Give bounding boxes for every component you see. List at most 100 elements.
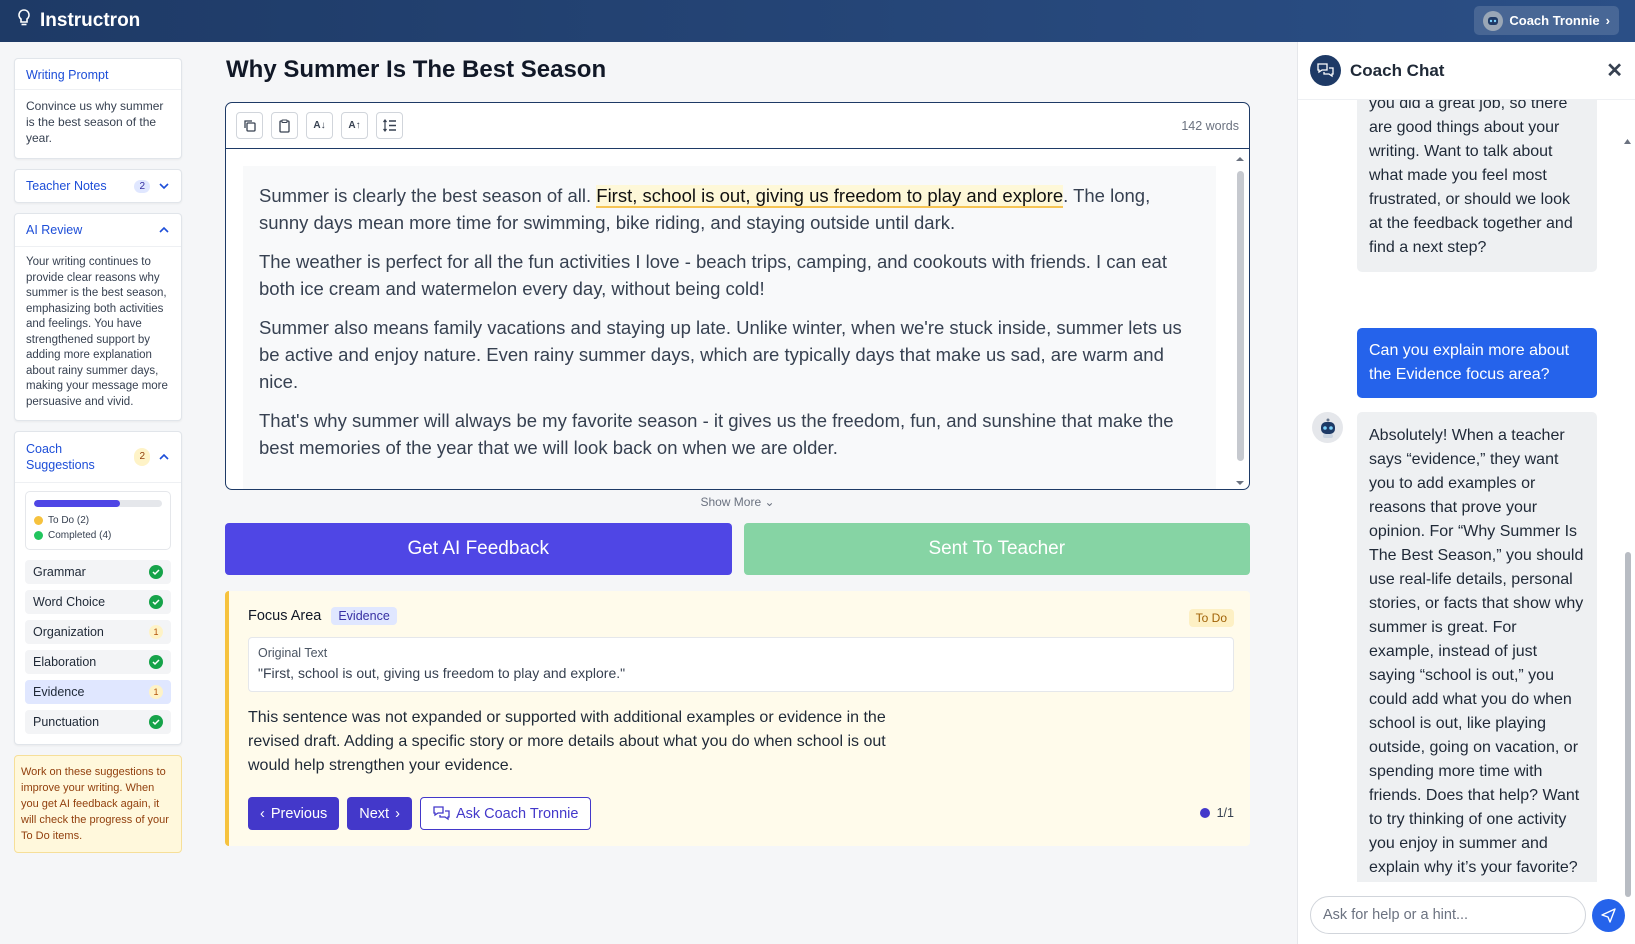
check-circle-icon (149, 715, 163, 729)
coach-message: you did a great job, so there are good t… (1357, 100, 1597, 272)
ai-review-card: AI Review Your writing continues to prov… (14, 213, 182, 421)
coach-suggestions-card: Coach Suggestions 2 To Do (2) Completed … (14, 431, 182, 745)
sent-to-teacher-button[interactable]: Sent To Teacher (743, 523, 1250, 575)
original-text-box: Original Text "First, school is out, giv… (248, 637, 1234, 692)
chevron-up-icon[interactable] (158, 224, 170, 236)
show-more-link[interactable]: Show More ⌄ (225, 495, 1250, 509)
chevron-left-icon: ‹ (260, 805, 265, 822)
word-count: 142 words (1181, 118, 1239, 133)
skill-item[interactable]: Evidence 1 (25, 680, 171, 704)
focus-actions: ‹ Previous Next › Ask Coach Tronnie (248, 797, 592, 830)
focus-area-card: Focus Area Evidence To Do Original Text … (225, 591, 1250, 846)
skill-label: Elaboration (33, 655, 97, 669)
get-ai-feedback-button[interactable]: Get AI Feedback (225, 523, 732, 575)
top-bar: Instructron Coach Tronnie › (0, 0, 1635, 42)
editor-toolbar: A↓ A↑ 142 words (226, 103, 1249, 149)
text-span: Summer is clearly the best season of all… (259, 185, 597, 206)
skill-item[interactable]: Punctuation (25, 710, 171, 734)
skill-item[interactable]: Word Choice (25, 590, 171, 614)
clipboard-icon[interactable] (271, 112, 298, 139)
chat-bubbles-icon (1310, 55, 1341, 86)
skill-list: Grammar Word Choice Organization 1 Elaborati… (15, 560, 181, 734)
paragraph-1: Summer is clearly the best season of all… (259, 182, 1200, 236)
essay-text[interactable]: Summer is clearly the best season of all… (243, 166, 1216, 489)
editor-scrollbar[interactable] (1234, 155, 1246, 487)
skill-item[interactable]: Grammar (25, 560, 171, 584)
skill-label: Word Choice (33, 595, 106, 609)
scroll-down-arrow-icon[interactable] (1234, 479, 1246, 487)
coach-tronnie-button[interactable]: Coach Tronnie › (1474, 6, 1619, 35)
writing-prompt-text: Convince us why summer is the best seaso… (26, 99, 164, 145)
user-message: Can you explain more about the Evidence … (1357, 328, 1597, 398)
paragraph-4: That's why summer will always be my favo… (259, 410, 1174, 458)
scroll-thumb[interactable] (1625, 552, 1631, 897)
coach-chat-panel: Coach Chat ✕ you did a great job, so the… (1297, 42, 1635, 944)
ai-review-title: AI Review (26, 223, 83, 237)
coach-suggestions-count: 2 (134, 448, 150, 466)
skill-item[interactable]: Elaboration (25, 650, 171, 674)
completed-count: Completed (4) (48, 530, 112, 541)
chevron-down-icon[interactable] (158, 180, 170, 192)
coach-note: Work on these suggestions to improve you… (14, 755, 182, 853)
previous-button[interactable]: ‹ Previous (248, 797, 340, 830)
highlighted-sentence[interactable]: First, school is out, giving us freedom … (596, 185, 1064, 208)
ask-coach-button[interactable]: Ask Coach Tronnie (419, 797, 592, 830)
chat-title: Coach Chat (1350, 60, 1445, 80)
skill-label: Evidence (33, 685, 85, 699)
robot-avatar-icon (1483, 10, 1504, 31)
page-count: 1/1 (1216, 806, 1234, 820)
scroll-thumb[interactable] (1237, 171, 1244, 461)
copy-icon[interactable] (236, 112, 263, 139)
line-spacing-icon[interactable] (376, 112, 403, 139)
progress-bar (34, 500, 162, 507)
check-circle-icon (149, 565, 163, 579)
teacher-notes-count: 2 (134, 179, 150, 193)
ask-coach-label: Ask Coach Tronnie (455, 805, 579, 822)
coach-message: Absolutely! When a teacher says “evidenc… (1357, 412, 1597, 882)
chat-messages: you did a great job, so there are good t… (1298, 100, 1621, 882)
brand[interactable]: Instructron (16, 9, 140, 33)
chat-scrollbar[interactable] (1623, 139, 1632, 924)
skill-item[interactable]: Organization 1 (25, 620, 171, 644)
writing-prompt-card: Writing Prompt Convince us why summer is… (14, 58, 182, 159)
coach-avatar-icon (1312, 412, 1343, 443)
todo-count-badge: 1 (149, 625, 163, 639)
coach-suggestions-title: Coach Suggestions (26, 442, 95, 472)
main-content: Why Summer Is The Best Season A↓ A↑ 142 … (225, 56, 1250, 846)
app-name: Instructron (40, 10, 141, 31)
suggestions-progress: To Do (2) Completed (4) (25, 491, 171, 550)
scroll-up-arrow-icon[interactable] (1234, 155, 1246, 163)
original-text-label: Original Text (258, 646, 328, 660)
skill-label: Grammar (33, 565, 86, 579)
focus-area-label: Focus Area (248, 608, 322, 624)
paragraph-2: The weather is perfect for all the fun a… (259, 251, 1167, 299)
todo-count: To Do (2) (48, 515, 90, 526)
decrease-font-icon[interactable]: A↓ (306, 112, 333, 139)
todo-legend: To Do (2) (34, 515, 162, 526)
page-indicator: 1/1 (1199, 806, 1234, 820)
chevron-right-icon: › (395, 805, 400, 822)
next-button[interactable]: Next › (347, 797, 412, 830)
action-buttons: Get AI Feedback Sent To Teacher (225, 523, 1250, 575)
ai-review-text: Your writing continues to provide clear … (26, 256, 168, 408)
writing-prompt-title: Writing Prompt (15, 59, 181, 90)
close-icon[interactable]: ✕ (1606, 58, 1623, 83)
focus-area-header: Focus Area Evidence (248, 607, 1234, 625)
todo-count-badge: 1 (149, 685, 163, 699)
coach-tronnie-label: Coach Tronnie (1509, 13, 1600, 28)
scroll-up-arrow-icon[interactable] (1623, 138, 1632, 145)
focus-area-tag: Evidence (331, 607, 397, 625)
chevron-up-icon[interactable] (158, 451, 170, 463)
paragraph-3: Summer also means family vacations and s… (259, 317, 1182, 392)
increase-font-icon[interactable]: A↑ (341, 112, 368, 139)
teacher-notes-card[interactable]: Teacher Notes 2 (14, 169, 182, 203)
chat-header: Coach Chat ✕ (1298, 42, 1635, 100)
chat-input[interactable]: Ask for help or a hint... (1310, 896, 1586, 934)
previous-label: Previous (270, 805, 328, 822)
essay-title: Why Summer Is The Best Season (226, 56, 607, 83)
skill-label: Organization (33, 625, 104, 639)
send-button[interactable] (1592, 899, 1625, 932)
essay-editor[interactable]: A↓ A↑ 142 words Summer is clearly the be… (225, 102, 1250, 490)
skill-label: Punctuation (33, 715, 100, 729)
chevron-right-icon: › (1605, 13, 1610, 28)
